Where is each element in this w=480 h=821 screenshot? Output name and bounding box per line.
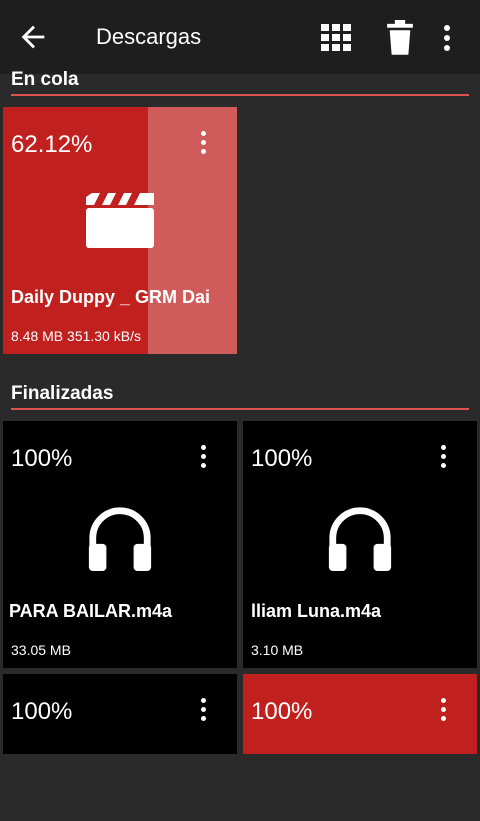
download-card-finished[interactable]: 100% lliam Luna.m4a 3.10 MB — [243, 421, 477, 668]
progress-percent: 62.12% — [11, 131, 93, 158]
card-menu-icon[interactable] — [193, 698, 213, 726]
card-menu-icon[interactable] — [433, 698, 453, 726]
download-card-finished[interactable]: 100% PARA BAILAR.m4a 33.05 MB — [3, 421, 237, 668]
section-header-queued: En cola — [11, 62, 469, 96]
file-name: PARA BAILAR.m4a — [9, 601, 229, 622]
file-name: lliam Luna.m4a — [251, 601, 382, 621]
file-size: 33.05 MB — [11, 642, 71, 658]
card-menu-icon[interactable] — [193, 445, 213, 473]
section-title: En cola — [11, 69, 79, 90]
progress-percent: 100% — [11, 445, 73, 472]
delete-icon[interactable] — [384, 20, 416, 56]
download-card-queued[interactable]: 62.12% Daily Duppy _ GRM Dai 8.48 MB 351… — [3, 107, 237, 354]
more-vert-icon[interactable] — [434, 22, 460, 54]
section-title: Finalizadas — [11, 383, 114, 404]
headphones-icon — [88, 507, 152, 572]
back-arrow-icon[interactable] — [16, 20, 50, 54]
card-menu-icon[interactable] — [193, 131, 213, 159]
page-title: Descargas — [96, 24, 202, 49]
file-name: Daily Duppy _ GRM Dai — [11, 287, 211, 307]
progress-percent: 100% — [11, 698, 73, 725]
file-meta: 8.48 MB 351.30 kB/s — [11, 328, 141, 344]
file-name-text: PARA BAILAR.m4a — [9, 601, 173, 621]
file-size: 3.10 MB — [251, 642, 304, 658]
grid-view-icon[interactable] — [318, 22, 354, 54]
card-menu-icon[interactable] — [433, 445, 453, 473]
headphones-icon — [328, 507, 392, 572]
download-card-finished[interactable]: 100% — [243, 674, 477, 754]
video-clapper-icon — [86, 193, 154, 248]
download-card-finished[interactable]: 100% — [3, 674, 237, 754]
progress-percent: 100% — [251, 445, 313, 472]
progress-percent: 100% — [251, 698, 313, 725]
section-header-finished: Finalizadas — [11, 380, 469, 410]
